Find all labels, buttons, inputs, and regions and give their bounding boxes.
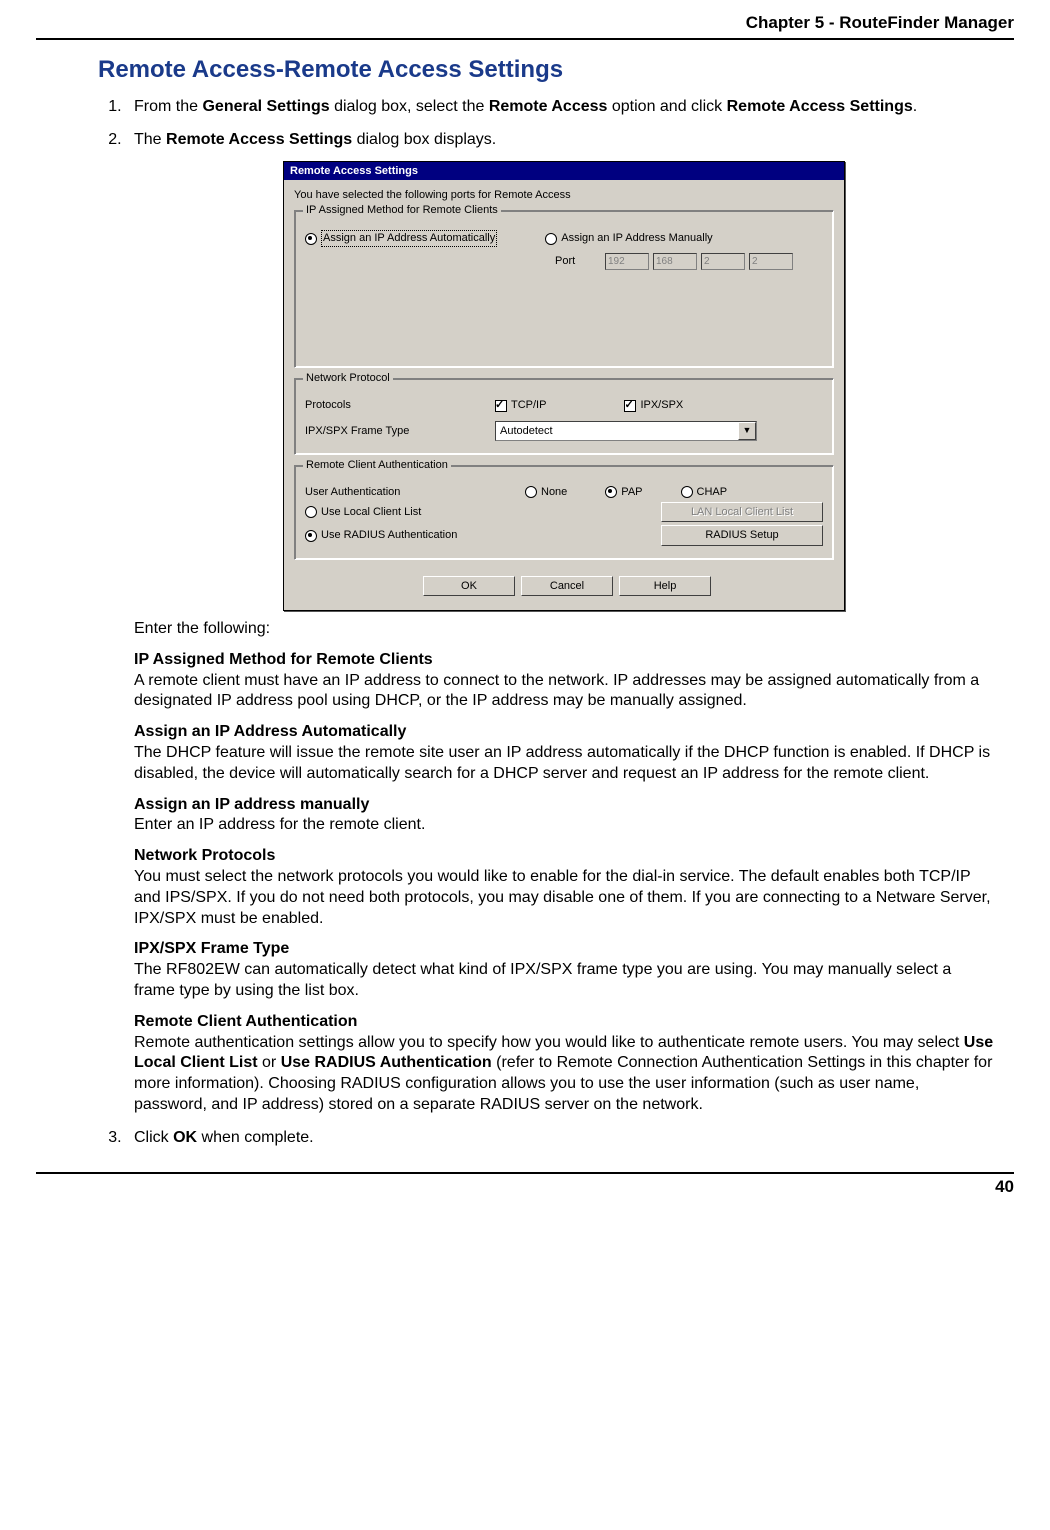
radio-label: PAP — [621, 485, 642, 499]
radio-icon — [305, 233, 317, 245]
radio-label: Use Local Client List — [321, 505, 421, 519]
block-assign-auto: Assign an IP Address Automatically The D… — [134, 722, 994, 784]
groupbox-label: IP Assigned Method for Remote Clients — [303, 203, 501, 217]
block-assign-manual: Assign an IP address manually Enter an I… — [134, 795, 994, 837]
enter-following-text: Enter the following: — [134, 619, 994, 640]
combo-value: Autodetect — [496, 424, 738, 438]
checkbox-tcpip[interactable]: TCP/IP — [495, 398, 546, 412]
radio-label: None — [541, 485, 567, 499]
radio-pap[interactable]: PAP — [605, 485, 642, 499]
checkbox-icon — [624, 400, 636, 412]
block-remote-auth: Remote Client Authentication Remote auth… — [134, 1012, 994, 1116]
ip-octet-4[interactable]: 2 — [749, 253, 793, 270]
step-2: The Remote Access Settings dialog box di… — [126, 130, 994, 1116]
checkbox-icon — [495, 400, 507, 412]
checkbox-label: TCP/IP — [511, 398, 546, 412]
protocols-label: Protocols — [305, 398, 435, 412]
step-1: From the General Settings dialog box, se… — [126, 97, 994, 118]
text: Click — [134, 1129, 173, 1146]
radio-icon — [545, 233, 557, 245]
dialog-footer: OK Cancel Help — [294, 570, 834, 604]
port-label: Port — [555, 254, 605, 268]
radio-label: CHAP — [697, 485, 728, 499]
steps-list: From the General Settings dialog box, se… — [98, 97, 994, 1148]
block-title: Assign an IP Address Automatically — [134, 722, 994, 743]
block-ip-method: IP Assigned Method for Remote Clients A … — [134, 650, 994, 712]
ip-octet-2[interactable]: 168 — [653, 253, 697, 270]
text: From the — [134, 98, 202, 115]
dialog-titlebar: Remote Access Settings — [284, 162, 844, 180]
block-frame-type: IPX/SPX Frame Type The RF802EW can autom… — [134, 939, 994, 1001]
header-rule — [36, 38, 1014, 40]
bold-text: Remote Access — [489, 98, 608, 115]
radio-assign-auto[interactable]: Assign an IP Address Automatically — [305, 230, 497, 246]
radio-label: Use RADIUS Authentication — [321, 528, 457, 542]
text: . — [913, 98, 917, 115]
block-title: Assign an IP address manually — [134, 795, 994, 816]
dialog-body: You have selected the following ports fo… — [284, 180, 844, 610]
groupbox-label: Network Protocol — [303, 371, 393, 385]
bold-text: Remote Access Settings — [166, 131, 352, 148]
groupbox-label: Remote Client Authentication — [303, 458, 451, 472]
frametype-label: IPX/SPX Frame Type — [305, 424, 435, 438]
block-title: Network Protocols — [134, 846, 994, 867]
bold-text: Use RADIUS Authentication — [281, 1054, 492, 1071]
step-3: Click OK when complete. — [126, 1128, 994, 1149]
block-network-protocols: Network Protocols You must select the ne… — [134, 846, 994, 929]
radio-assign-manual[interactable]: Assign an IP Address Manually — [545, 231, 712, 245]
help-button[interactable]: Help — [619, 576, 711, 596]
page-number: 40 — [36, 1176, 1014, 1198]
radio-icon — [525, 486, 537, 498]
text: dialog box, select the — [330, 98, 489, 115]
text: when complete. — [197, 1129, 314, 1146]
bold-text: General Settings — [202, 98, 329, 115]
radio-icon — [605, 486, 617, 498]
groupbox-ip-method: IP Assigned Method for Remote Clients As… — [294, 210, 834, 368]
block-title: Remote Client Authentication — [134, 1012, 994, 1033]
radio-icon — [305, 530, 317, 542]
frametype-combo[interactable]: Autodetect ▼ — [495, 421, 757, 441]
radio-none[interactable]: None — [525, 485, 567, 499]
dialog-screenshot: Remote Access Settings You have selected… — [134, 161, 994, 611]
lan-local-client-list-button: LAN Local Client List — [661, 502, 823, 522]
radio-label: Assign an IP Address Automatically — [321, 230, 497, 246]
radius-setup-button[interactable]: RADIUS Setup — [661, 525, 823, 545]
block-body: You must select the network protocols yo… — [134, 868, 991, 927]
text: The — [134, 131, 166, 148]
radio-chap[interactable]: CHAP — [681, 485, 728, 499]
chevron-down-icon[interactable]: ▼ — [738, 422, 756, 440]
cancel-button[interactable]: Cancel — [521, 576, 613, 596]
ok-button[interactable]: OK — [423, 576, 515, 596]
text: or — [258, 1054, 281, 1071]
main-content: Remote Access-Remote Access Settings Fro… — [98, 54, 994, 1148]
block-title: IPX/SPX Frame Type — [134, 939, 994, 960]
block-title: IP Assigned Method for Remote Clients — [134, 650, 994, 671]
radio-use-local[interactable]: Use Local Client List — [305, 505, 421, 519]
block-body: A remote client must have an IP address … — [134, 672, 979, 710]
radio-icon — [681, 486, 693, 498]
groupbox-remote-auth: Remote Client Authentication User Authen… — [294, 465, 834, 560]
footer-rule — [36, 1172, 1014, 1174]
remote-access-settings-dialog: Remote Access Settings You have selected… — [283, 161, 845, 611]
userauth-label: User Authentication — [305, 485, 435, 499]
bold-text: Remote Access Settings — [727, 98, 913, 115]
block-body: The RF802EW can automatically detect wha… — [134, 961, 951, 999]
ip-octet-3[interactable]: 2 — [701, 253, 745, 270]
dialog-info-text: You have selected the following ports fo… — [294, 188, 834, 202]
block-body: Enter an IP address for the remote clien… — [134, 816, 425, 833]
text: option and click — [607, 98, 726, 115]
text: dialog box displays. — [352, 131, 496, 148]
block-body-pre: Remote authentication settings allow you… — [134, 1034, 964, 1051]
section-title: Remote Access-Remote Access Settings — [98, 54, 994, 85]
chapter-header: Chapter 5 - RouteFinder Manager — [36, 12, 1014, 34]
checkbox-ipxspx[interactable]: IPX/SPX — [624, 398, 683, 412]
block-body: The DHCP feature will issue the remote s… — [134, 744, 990, 782]
radio-use-radius[interactable]: Use RADIUS Authentication — [305, 528, 457, 542]
radio-label: Assign an IP Address Manually — [561, 231, 712, 245]
ip-octet-1[interactable]: 192 — [605, 253, 649, 270]
checkbox-label: IPX/SPX — [640, 398, 683, 412]
radio-icon — [305, 506, 317, 518]
groupbox-network-protocol: Network Protocol Protocols TCP/IP IPX/SP… — [294, 378, 834, 454]
bold-text: OK — [173, 1129, 197, 1146]
